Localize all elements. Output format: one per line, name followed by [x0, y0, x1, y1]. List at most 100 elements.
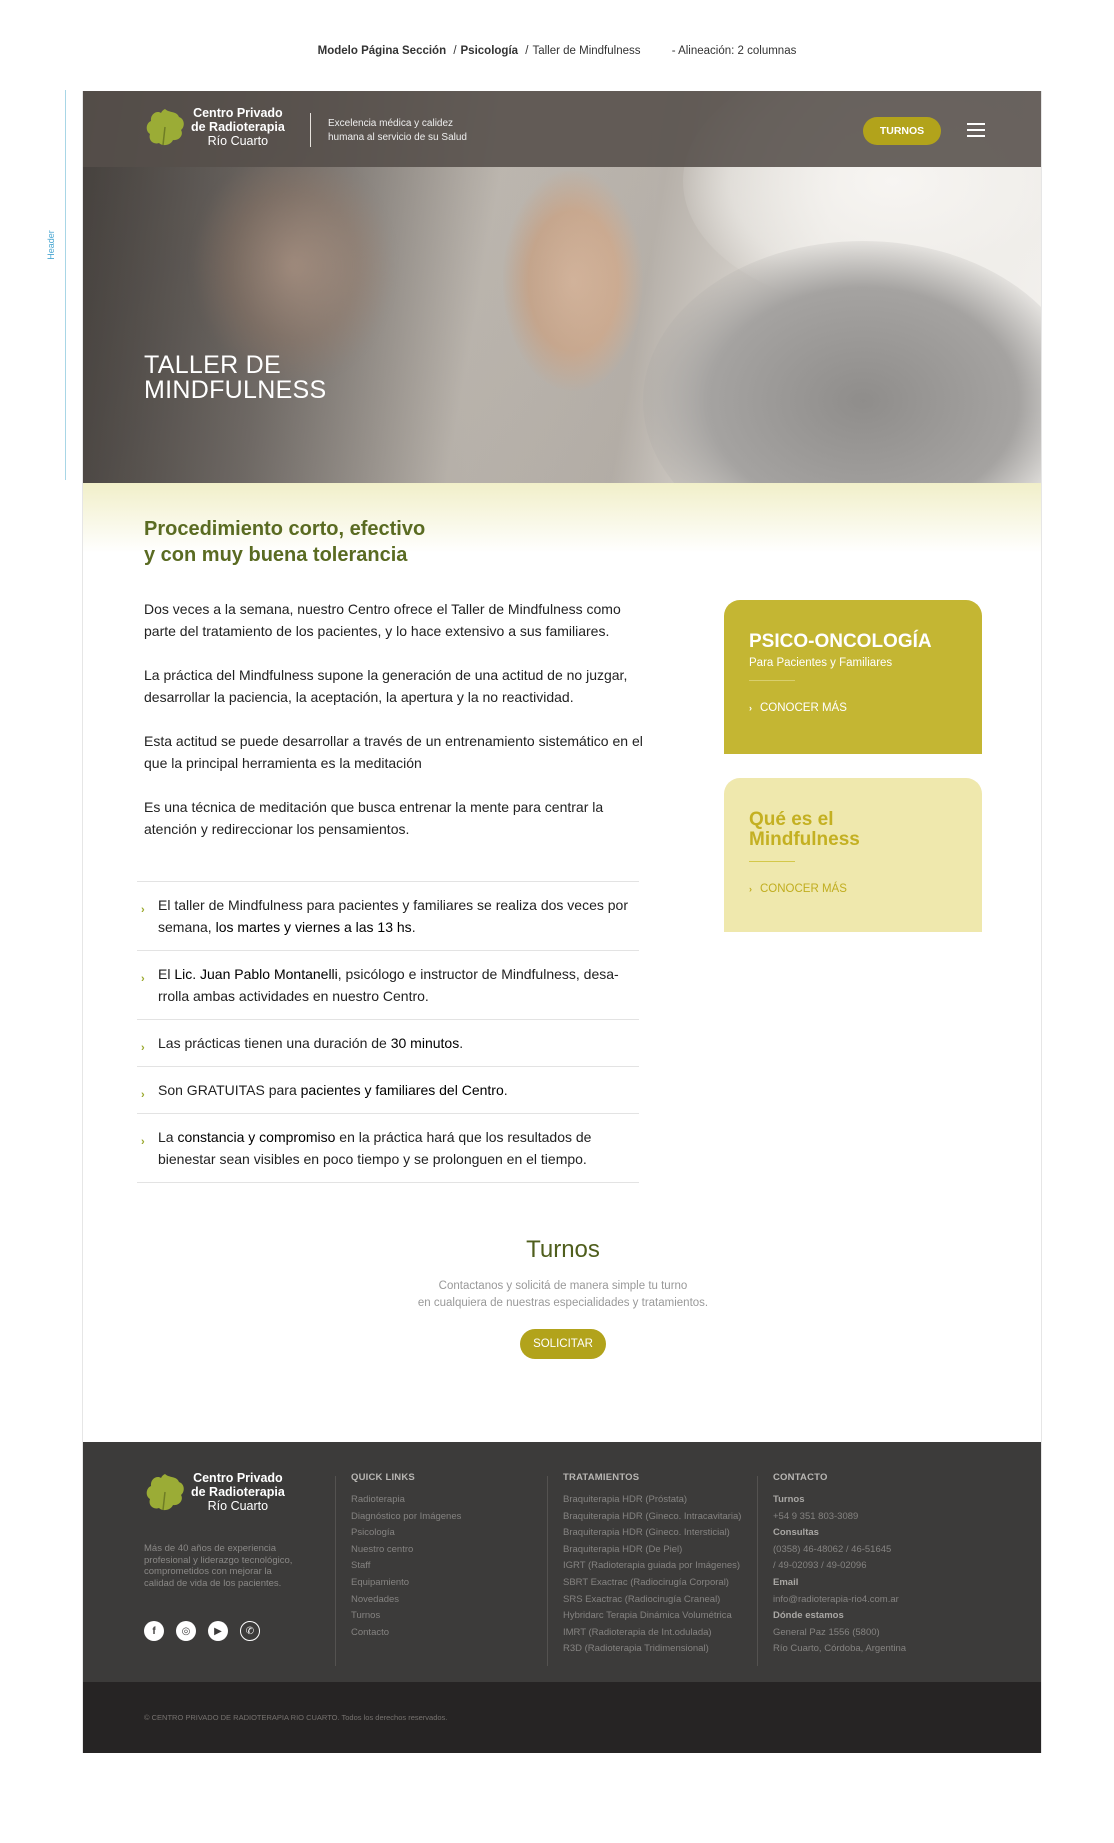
contact-label: Email — [773, 1576, 799, 1588]
list-item-text: Son GRATUITAS para — [158, 1082, 301, 1098]
card-title-line-1: Qué es el — [749, 809, 834, 830]
footer-link[interactable]: IMRT (Radioterapia de Int.odulada) — [563, 1625, 741, 1642]
footer-link[interactable]: Braquiterapia HDR (Gineco. Intersticial) — [563, 1525, 741, 1542]
footer-link[interactable]: Contacto — [351, 1625, 461, 1642]
page-title: TALLER DE MINDFULNESS — [144, 353, 327, 403]
footer-link[interactable]: R3D (Radioterapia Tridimensional) — [563, 1641, 741, 1658]
footer-link[interactable]: Equipamiento — [351, 1575, 461, 1592]
mindfulness-card[interactable]: Qué es el Mindfulness › CONOCER MÁS — [724, 778, 982, 932]
lead-heading-line-2: y con muy buena tolerancia — [144, 544, 408, 566]
side-marker-line — [65, 90, 66, 480]
leaf-logo-icon — [146, 1474, 184, 1511]
footer-heading: CONTACTO — [773, 1472, 828, 1483]
footer-link[interactable]: Novedades — [351, 1592, 461, 1609]
footer-contact: CONTACTO Turnos +54 9 351 803-3089 Consu… — [773, 1472, 906, 1658]
breadcrumb-separator: / — [453, 45, 457, 57]
logo-line-1: Centro Privado — [193, 106, 283, 120]
footer-about-line: calidad de vida de los pacientes. — [144, 1577, 282, 1589]
psico-oncologia-card[interactable]: PSICO-ONCOLOGÍA Para Pacientes y Familia… — [724, 600, 982, 754]
contact-value[interactable]: +54 9 351 803-3089 — [773, 1509, 906, 1526]
breadcrumb-page-model[interactable]: Modelo Página Sección — [318, 45, 446, 57]
logo-line-3: Río Cuarto — [207, 134, 269, 148]
footer-link[interactable]: Braquiterapia HDR (Gineco. Intracavitari… — [563, 1509, 741, 1526]
turnos-description: Contactanos y solicitá de manera simple … — [83, 1278, 1041, 1312]
solicitar-button[interactable]: SOLICITAR — [520, 1329, 606, 1359]
copyright-text: © CENTRO PRIVADO DE RADIOTERAPIA RIO CUA… — [144, 1713, 448, 1722]
logo-text: Centro Privado de Radioterapia Río Cuart… — [191, 106, 285, 148]
card-title: PSICO-ONCOLOGÍA — [749, 631, 932, 652]
footer-link[interactable]: Staff — [351, 1558, 461, 1575]
list-item: › Las prácticas tienen una duración de 3… — [137, 1020, 639, 1067]
link-label: CONOCER MÁS — [760, 883, 847, 895]
footer-heading: TRATAMIENTOS — [563, 1472, 640, 1483]
site-logo[interactable]: Centro Privado de Radioterapia Río Cuart… — [143, 105, 285, 149]
footer-link[interactable]: IGRT (Radioterapia guiada por Imágenes) — [563, 1558, 741, 1575]
body-paragraph: Esta actitud se puede desarrollar a trav… — [144, 733, 643, 771]
social-links: f ◎ ▶ ✆ — [144, 1621, 272, 1641]
hamburger-menu-icon[interactable] — [967, 123, 985, 137]
footer-about: Más de 40 años de experiencia profesiona… — [144, 1543, 324, 1589]
list-item-highlight: 30 minutos — [390, 1035, 460, 1051]
footer-column-divider — [547, 1476, 548, 1666]
header-divider — [310, 113, 311, 147]
footer-about-line: Más de 40 años de experiencia — [144, 1543, 277, 1554]
footer-link[interactable]: Braquiterapia HDR (De Piel) — [563, 1542, 741, 1559]
conocer-mas-link[interactable]: › CONOCER MÁS — [749, 883, 957, 895]
breadcrumb: Modelo Página Sección / Psicología / Talle… — [0, 45, 1114, 57]
breadcrumb-section[interactable]: Psicología — [461, 45, 519, 57]
turnos-section: Turnos Contactanos y solicitá de manera … — [83, 1236, 1041, 1359]
footer-column-divider — [335, 1476, 336, 1666]
chevron-right-icon: › — [141, 1042, 145, 1054]
turnos-button[interactable]: TURNOS — [863, 117, 941, 145]
turnos-desc-line-1: Contactanos y solicitá de manera simple … — [438, 1280, 688, 1292]
footer-link[interactable]: Turnos — [351, 1608, 461, 1625]
youtube-icon[interactable]: ▶ — [208, 1621, 228, 1641]
turnos-desc-line-2: en cualquiera de nuestras especialidades… — [417, 1297, 709, 1309]
link-label: CONOCER MÁS — [760, 702, 847, 714]
contact-label: Turnos — [773, 1494, 805, 1505]
header-side-marker: Header — [36, 90, 66, 480]
contact-value[interactable]: / 49-02093 / 49-02096 — [773, 1558, 906, 1575]
footer-link[interactable]: Psicología — [351, 1525, 461, 1542]
footer-link[interactable]: SBRT Exactrac (Radiocirugía Corporal) — [563, 1575, 741, 1592]
logo-line-1: Centro Privado — [193, 1471, 283, 1485]
list-item: › Son GRATUITAS para pacientes y familia… — [137, 1067, 639, 1114]
breadcrumb-separator: / — [525, 45, 529, 57]
footer-link[interactable]: Hybridarc Terapia Dinámica Volumétrica — [563, 1608, 741, 1625]
lead-heading: Procedimiento corto, efectivo y con muy … — [144, 516, 425, 568]
contact-value: Río Cuarto, Córdoba, Argentina — [773, 1643, 907, 1655]
footer-link[interactable]: Nuestro centro — [351, 1542, 461, 1559]
hero-banner: Centro Privado de Radioterapia Río Cuart… — [83, 91, 1041, 483]
footer-link[interactable]: Braquiterapia HDR (Próstata) — [563, 1492, 741, 1509]
logo-line-2: de Radioterapia — [191, 120, 285, 134]
list-item: › La constancia y compromiso en la práct… — [137, 1114, 639, 1183]
footer-heading: QUICK LINKS — [351, 1472, 415, 1483]
whatsapp-icon[interactable]: ✆ — [240, 1621, 260, 1641]
contact-value: General Paz 1556 (5800) — [773, 1626, 880, 1638]
layout-alignment-note: - Alineación: 2 columnas — [671, 45, 797, 57]
chevron-right-icon: › — [141, 1136, 145, 1148]
page-frame: Centro Privado de Radioterapia Río Cuart… — [82, 91, 1042, 1753]
contact-value[interactable]: info@radioterapia-rio4.com.ar — [773, 1592, 906, 1609]
list-item: › El Lic. Juan Pablo Montanelli, psicólo… — [137, 951, 639, 1020]
footer-link[interactable]: Radioterapia — [351, 1492, 461, 1509]
list-item-highlight: constancia y compromiso — [177, 1129, 336, 1145]
logo-line-2: de Radioterapia — [191, 1485, 285, 1499]
contact-value[interactable]: (0358) 46-48062 / 46-51645 — [773, 1542, 906, 1559]
body-paragraph: Es una técnica de meditación que busca e… — [144, 799, 604, 837]
instagram-icon[interactable]: ◎ — [176, 1621, 196, 1641]
header-tagline: Excelencia médica y calidez humana al se… — [328, 117, 467, 145]
body-paragraph: La práctica del Mindfulness supone la ge… — [144, 667, 628, 705]
logo-text: Centro Privado de Radioterapia Río Cuart… — [191, 1471, 285, 1513]
footer-logo[interactable]: Centro Privado de Radioterapia Río Cuart… — [143, 1470, 285, 1514]
chevron-right-icon: › — [141, 1089, 145, 1101]
footer-link[interactable]: SRS Exactrac (Radiocirugía Craneal) — [563, 1592, 741, 1609]
turnos-title: Turnos — [526, 1236, 600, 1263]
footer-treatments: TRATAMIENTOS Braquiterapia HDR (Próstata… — [563, 1472, 741, 1658]
contact-label: Consultas — [773, 1527, 819, 1539]
facebook-icon[interactable]: f — [144, 1621, 164, 1641]
copyright-bar: © CENTRO PRIVADO DE RADIOTERAPIA RIO CUA… — [83, 1682, 1041, 1753]
footer-link[interactable]: Diagnóstico por Imágenes — [351, 1509, 461, 1526]
conocer-mas-link[interactable]: › CONOCER MÁS — [749, 702, 957, 714]
side-marker-label: Header — [45, 230, 56, 260]
